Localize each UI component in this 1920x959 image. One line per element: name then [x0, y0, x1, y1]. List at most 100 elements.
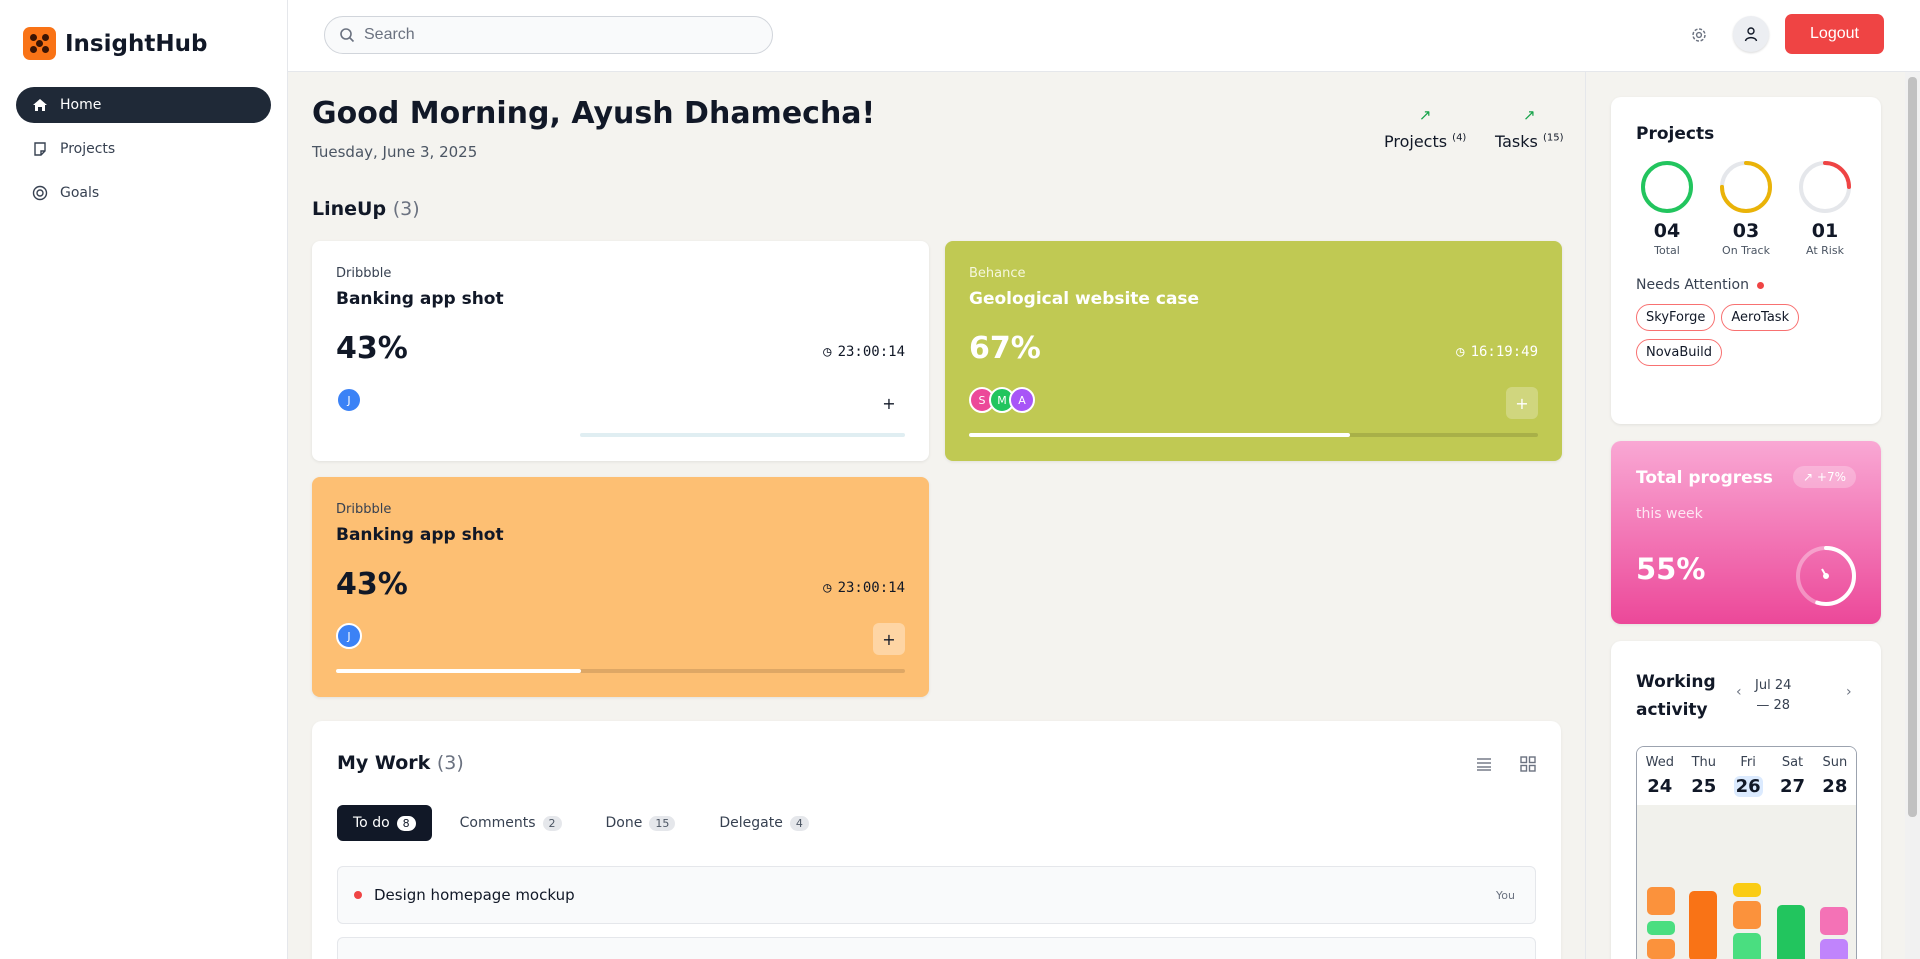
stat-label: Tasks (15) [1495, 132, 1564, 151]
search-icon [340, 28, 355, 43]
tasks-stat-link[interactable]: ↗ Tasks (15) [1495, 106, 1564, 151]
arrow-up-right-icon: ↗ [1418, 106, 1432, 124]
lineup-card[interactable]: Dribbble Banking app shot 43% ◷ 23:00:14 … [312, 477, 929, 697]
search-input[interactable] [364, 26, 744, 44]
tab-count: 2 [542, 815, 562, 831]
logout-button[interactable]: Logout [1785, 14, 1884, 54]
list-view-icon[interactable] [1475, 755, 1493, 773]
activity-block [1689, 891, 1717, 959]
ring-value: 01 [1811, 220, 1839, 242]
activity-block [1777, 905, 1805, 959]
project-rings: 04 Total 03 On Track 01 At Risk [1636, 160, 1856, 257]
add-member-button[interactable]: + [873, 387, 905, 419]
view-toggle [1475, 755, 1537, 773]
card-percent: 43% [336, 567, 408, 602]
sidebar-item-projects[interactable]: Projects [16, 131, 271, 167]
tab-delegate[interactable]: Delegate 4 [703, 805, 824, 841]
clock-icon: ◷ [1456, 344, 1465, 360]
arrow-up-right-icon: ↗ [1803, 470, 1814, 484]
sidebar-item-goals[interactable]: Goals [16, 175, 271, 211]
avatar[interactable]: J [336, 623, 362, 649]
day-column[interactable]: Sun 28 [1822, 755, 1847, 797]
priority-dot [354, 891, 362, 899]
tab-count: 15 [649, 815, 676, 831]
progress-ring [1641, 161, 1693, 213]
project-chip[interactable]: AeroTask [1721, 304, 1800, 331]
total-progress-card: Total progress ↗ +7% this week 55% [1611, 441, 1881, 624]
sidebar-item-label: Projects [60, 141, 116, 157]
task-row[interactable]: Design homepage mockup You [337, 866, 1536, 924]
progress-dial [1796, 546, 1856, 606]
stat-count: (15) [1542, 132, 1564, 144]
lineup-card[interactable]: Dribbble Banking app shot 43% ◷ 23:00:14 … [312, 241, 929, 461]
activity-bars [1637, 805, 1856, 959]
page-title: Good Morning, Ayush Dhamecha! [312, 96, 876, 131]
alert-dot [1756, 281, 1764, 289]
ring-value: 04 [1653, 220, 1681, 242]
activity-block [1820, 907, 1848, 935]
trend-badge: ↗ +7% [1793, 466, 1856, 488]
day-column-selected[interactable]: Fri 26 [1733, 755, 1763, 797]
progress-ring [1799, 161, 1851, 213]
weekday-row: Wed 24 Thu 25 Fri 26 Sat 27 Sun 28 [1637, 747, 1856, 805]
progress-fill [336, 669, 581, 673]
tab-todo[interactable]: To do 8 [337, 805, 432, 841]
ring-at-risk: 01 At Risk [1794, 160, 1856, 257]
note-icon [34, 142, 46, 156]
page-scrollbar[interactable] [1905, 72, 1920, 959]
card-title: Geological website case [969, 289, 1200, 309]
add-member-button[interactable]: + [873, 623, 905, 655]
gear-icon[interactable] [1688, 24, 1710, 46]
sidebar-item-home[interactable]: Home [16, 87, 271, 123]
project-chip[interactable]: NovaBuild [1636, 339, 1722, 366]
activity-block [1647, 887, 1675, 915]
ring-total: 04 Total [1636, 160, 1698, 257]
ring-value: 03 [1732, 220, 1760, 242]
right-panel: Projects 04 Total 03 On Track 01 At Risk… [1585, 72, 1909, 959]
sidebar-item-label: Goals [60, 185, 100, 201]
attention-chips: SkyForge AeroTask NovaBuild [1636, 304, 1856, 374]
avatar[interactable]: A [1009, 387, 1035, 413]
search-box [324, 16, 773, 54]
task-row[interactable] [337, 937, 1536, 959]
lineup-card[interactable]: Behance Geological website case 67% ◷ 16:… [945, 241, 1562, 461]
scrollbar-thumb[interactable] [1908, 77, 1917, 817]
activity-block [1647, 939, 1675, 959]
tab-comments[interactable]: Comments 2 [444, 805, 578, 841]
tab-done[interactable]: Done 15 [590, 805, 692, 841]
current-date: Tuesday, June 3, 2025 [312, 143, 478, 161]
avatar[interactable]: J [336, 387, 362, 413]
home-icon [33, 99, 47, 111]
logo-icon [23, 27, 56, 60]
chevron-right-icon[interactable]: › [1846, 684, 1852, 700]
day-column[interactable]: Sat 27 [1780, 755, 1805, 797]
project-chip[interactable]: SkyForge [1636, 304, 1716, 331]
activity-block [1733, 933, 1761, 959]
app-logo[interactable]: InsightHub [23, 27, 207, 60]
activity-block [1733, 901, 1761, 929]
card-avatars: J [336, 623, 362, 649]
add-member-button[interactable]: + [1506, 387, 1538, 419]
grid-view-icon[interactable] [1519, 755, 1537, 773]
work-tabs: To do 8 Comments 2 Done 15 Delegate 4 [337, 805, 825, 841]
day-column[interactable]: Thu 25 [1691, 755, 1716, 797]
progress-subtitle: this week [1636, 506, 1703, 522]
chevron-left-icon[interactable]: ‹ [1736, 684, 1742, 700]
progress-fill [969, 433, 1350, 437]
ring-label: At Risk [1806, 244, 1844, 257]
card-source: Behance [969, 266, 1026, 281]
tab-count: 8 [396, 815, 416, 831]
user-profile-button[interactable] [1733, 16, 1769, 52]
lineup-heading: LineUp (3) [312, 198, 420, 220]
projects-stat-link[interactable]: ↗ Projects (4) [1384, 106, 1466, 151]
activity-block [1647, 921, 1675, 935]
arrow-up-right-icon: ↗ [1522, 106, 1536, 124]
card-timer: ◷ 23:00:14 [823, 344, 905, 360]
sidebar-nav: Home Projects Goals [16, 87, 271, 219]
ring-label: On Track [1722, 244, 1770, 257]
sidebar: InsightHub Home Projects Goals [0, 0, 288, 959]
day-column[interactable]: Wed 24 [1646, 755, 1674, 797]
task-title: Design homepage mockup [374, 886, 575, 904]
progress-track [580, 433, 905, 437]
card-percent: 67% [969, 331, 1041, 366]
